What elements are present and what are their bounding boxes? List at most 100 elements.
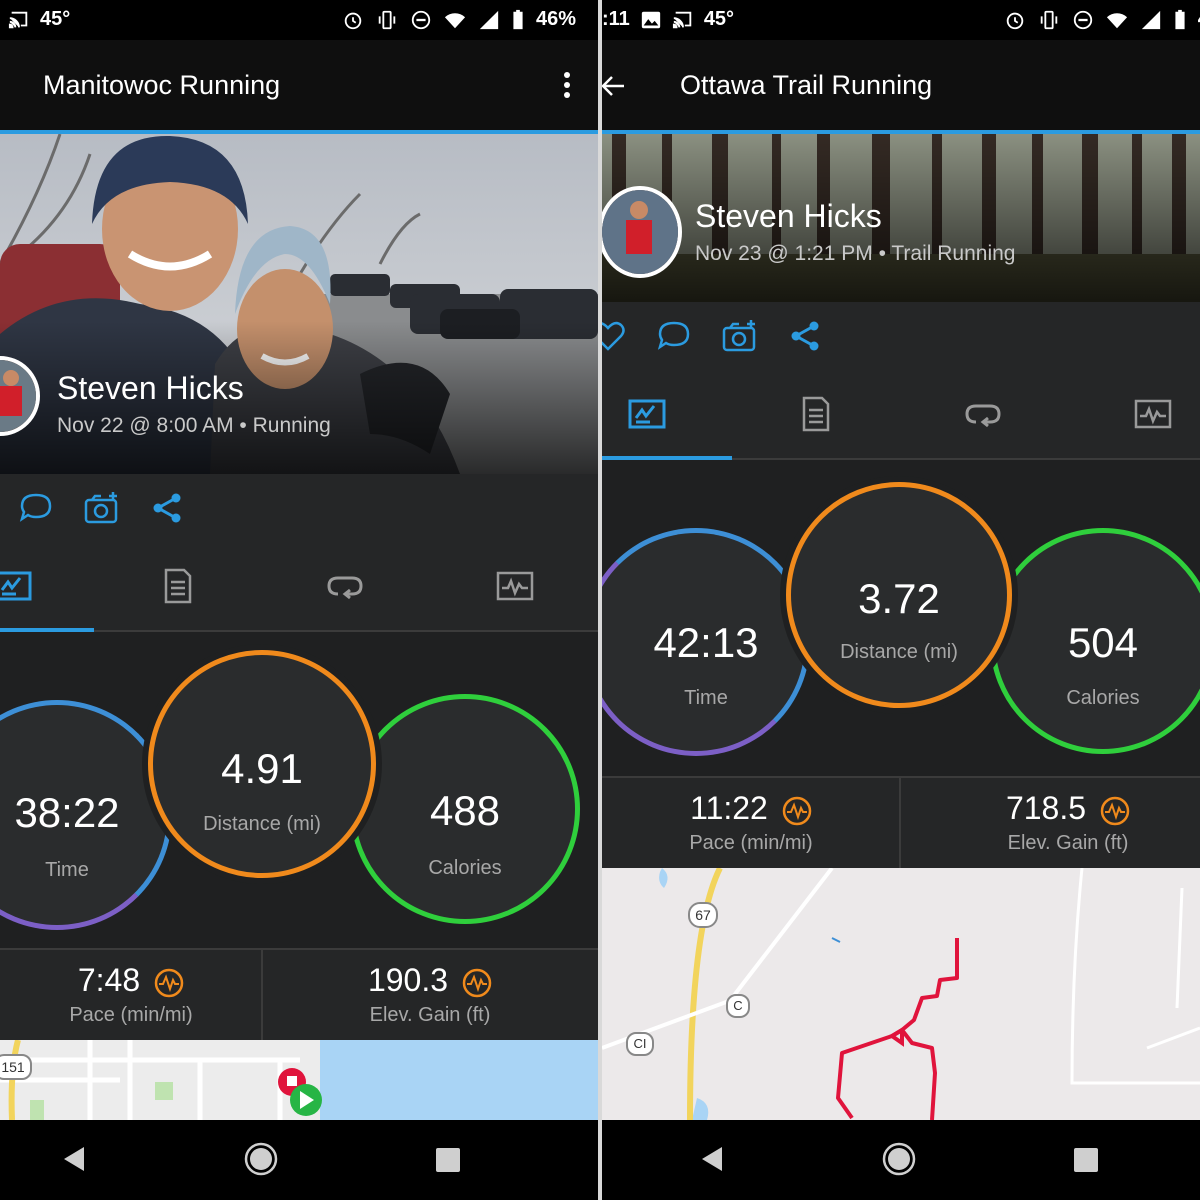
distance-ring: 3.72 Distance (mi) [786,482,1012,708]
activity-tabs [0,542,598,632]
pace-metric: 11:22 Pace (min/mi) [602,778,900,868]
secondary-metrics: 11:22 Pace (min/mi) 718.5 Elev. Gain (ft… [602,776,1200,868]
elev-label: Elev. Gain (ft) [369,1004,491,1026]
back-arrow-icon[interactable] [602,74,626,98]
add-photo-icon[interactable] [722,318,758,354]
user-name[interactable]: Steven Hicks [57,370,244,407]
distance-value: 3.72 [858,575,940,622]
route-map[interactable]: 67 C CI [602,868,1200,1120]
calories-label: Calories [1066,687,1140,709]
road-label-ci: CI [626,1032,654,1056]
activity-tabs [602,370,1200,460]
cast-icon [8,11,28,28]
charts-tab-icon[interactable] [1134,396,1172,432]
road-label-c: C [726,994,750,1018]
nav-back-icon[interactable] [60,1144,90,1174]
status-battery: 46% [535,8,576,30]
performance-icon[interactable] [782,796,812,826]
share-icon[interactable] [788,318,824,354]
wifi-icon [1106,12,1127,28]
summary-stats: 38:22 Time 488 Calories 4.91 Distance (m… [0,632,598,948]
user-avatar[interactable] [602,186,682,278]
performance-icon[interactable] [154,968,184,998]
activity-meta: Nov 23 @ 1:21 PM • Trail Running [695,242,1016,265]
battery-icon [1175,9,1185,29]
nav-recents-icon[interactable] [434,1146,462,1174]
distance-label: Distance (mi) [203,813,321,835]
pace-label: Pace (min/mi) [689,832,813,854]
time-ring: 42:13 Time [602,528,810,756]
time-value: 42:13 [653,619,759,666]
summary-stats: 42:13 Time 504 Calories 3.72 Distance (m… [602,460,1200,776]
dnd-icon [1073,10,1092,29]
alarm-icon [1006,12,1023,29]
signal-icon [479,10,499,29]
signal-icon [1141,10,1160,29]
laps-tab-icon[interactable] [326,568,364,604]
system-nav-bar [602,1120,1200,1200]
vibrate-icon [378,10,396,29]
laps-tab-icon[interactable] [964,396,1002,432]
status-bar: 45° 46% [0,0,598,40]
nav-recents-icon[interactable] [1072,1146,1100,1174]
nav-home-icon[interactable] [244,1142,278,1176]
elev-value: 190.3 [367,962,449,998]
time-label: Time [684,687,728,709]
distance-label: Distance (mi) [840,641,958,663]
left-phone-screen: 45° 46% Manitowoc Running Steven Hicks N… [0,0,598,1200]
vibrate-icon [1040,10,1057,29]
avatar-runner-image [602,190,678,274]
performance-icon[interactable] [462,968,492,998]
wifi-icon [444,12,466,28]
stats-tab-icon[interactable] [628,396,666,432]
performance-icon[interactable] [1100,796,1130,826]
page-title: Ottawa Trail Running [680,70,933,100]
action-bar [602,302,1200,371]
activity-cover-photo: Steven Hicks Nov 23 @ 1:21 PM • Trail Ru… [602,134,1200,302]
pace-value: 7:48 [77,962,141,998]
comment-icon[interactable] [656,318,692,354]
distance-ring: 4.91 Distance (mi) [148,650,376,878]
route-map[interactable]: 151 [0,1040,598,1120]
stats-tab-icon[interactable] [0,568,32,604]
share-icon[interactable] [150,490,186,526]
pace-label: Pace (min/mi) [69,1004,193,1026]
details-tab-icon[interactable] [796,396,834,432]
calories-ring: 488 Calories [350,694,580,924]
calories-ring: 504 Calories [990,528,1200,754]
time-ring: 38:22 Time [0,700,172,930]
time-value: 38:22 [14,789,120,836]
activity-cover-photo: Steven Hicks Nov 22 @ 8:00 AM • Running [0,134,598,474]
app-bar: Ottawa Trail Running [602,40,1200,130]
status-time: :11 [602,8,630,30]
distance-value: 4.91 [221,745,303,792]
elevation-metric: 718.5 Elev. Gain (ft) [900,778,1200,868]
calories-value: 504 [1067,619,1139,666]
time-label: Time [45,859,89,881]
photo-icon [641,11,660,28]
user-name[interactable]: Steven Hicks [695,198,882,235]
status-bar: :11 45° 46 [602,0,1200,40]
map-tiles [0,1040,598,1120]
add-photo-icon[interactable] [84,490,120,526]
details-tab-icon[interactable] [158,568,196,604]
pace-metric: 7:48 Pace (min/mi) [0,950,262,1040]
heart-icon[interactable] [602,318,626,354]
nav-back-icon[interactable] [698,1144,728,1174]
elev-label: Elev. Gain (ft) [1007,832,1129,854]
forest-photo [602,134,1200,302]
route-badge: 67 [688,902,718,928]
nav-home-icon[interactable] [882,1142,916,1176]
action-bar [0,474,598,543]
avatar-runner-image [0,360,36,432]
more-vert-icon[interactable] [562,70,572,100]
status-temperature: 45° [40,8,71,30]
alarm-icon [344,12,362,29]
right-phone-screen: :11 45° 46 Ottawa Trail Running [602,0,1200,1200]
cast-icon [672,11,692,28]
charts-tab-icon[interactable] [496,568,534,604]
secondary-metrics: 7:48 Pace (min/mi) 190.3 Elev. Gain (ft) [0,948,598,1040]
comment-icon[interactable] [18,490,54,526]
dnd-icon [411,10,431,29]
elevation-metric: 190.3 Elev. Gain (ft) [262,950,598,1040]
